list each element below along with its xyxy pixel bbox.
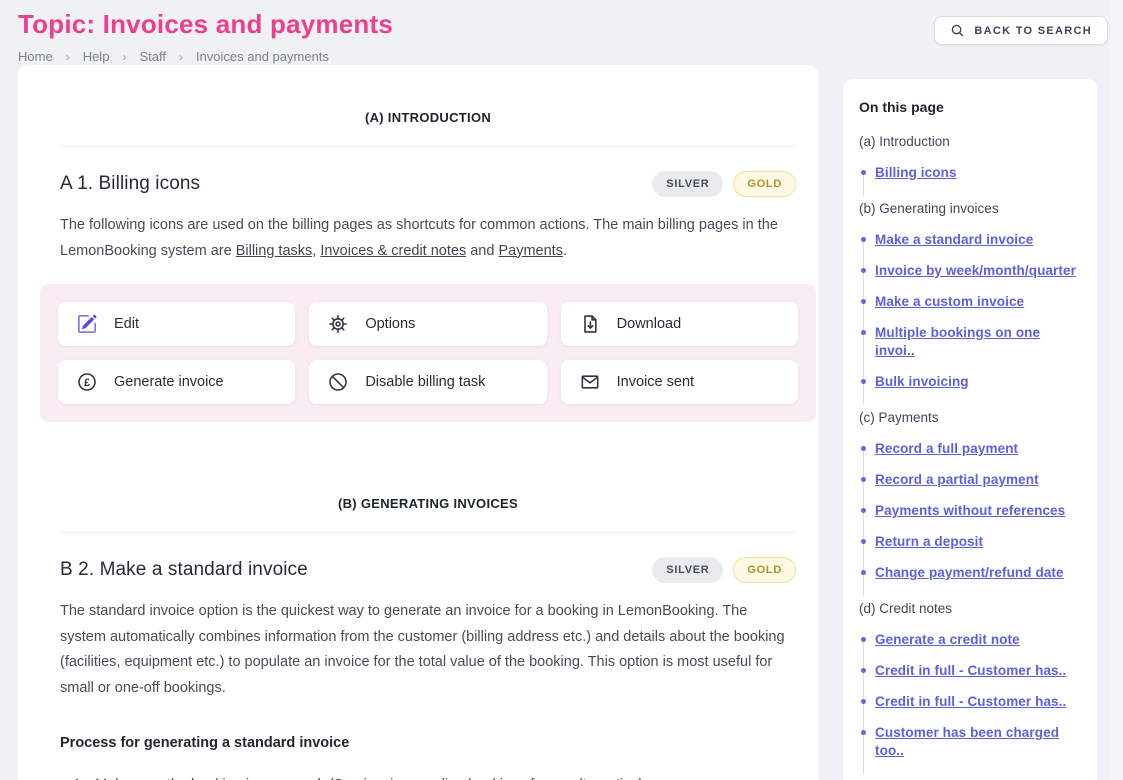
gold-badge: GOLD xyxy=(733,171,796,197)
gear-icon xyxy=(328,314,348,334)
section-b-heading: B 2. Make a standard invoice xyxy=(60,559,308,581)
toc-group-credit-notes: (d) Credit notes xyxy=(859,601,1081,616)
download-shortcut-card[interactable]: Download xyxy=(561,302,798,346)
toc-item: Multiple bookings on one invoi.. xyxy=(875,324,1081,360)
icon-card-label: Invoice sent xyxy=(617,374,694,390)
invoices-credit-notes-link[interactable]: Invoices & credit notes xyxy=(320,243,466,259)
options-shortcut-card[interactable]: Options xyxy=(309,302,546,346)
toc-link-return-a-deposit[interactable]: Return a deposit xyxy=(875,534,983,549)
toc-link-record-full-payment[interactable]: Record a full payment xyxy=(875,441,1018,456)
article-card: (A) INTRODUCTION A 1. Billing icons SILV… xyxy=(18,65,818,780)
disable-billing-task-shortcut-card[interactable]: Disable billing task xyxy=(309,360,546,404)
toc-link-customer-charged-too-much[interactable]: Customer has been charged too.. xyxy=(875,725,1059,758)
slash-circle-icon xyxy=(328,372,348,392)
breadcrumb-separator: › xyxy=(179,50,183,64)
on-this-page-panel: On this page (a) Introduction Billing ic… xyxy=(843,79,1097,780)
toc-item: Record a full payment xyxy=(875,440,1081,458)
toc-link-generate-credit-note[interactable]: Generate a credit note xyxy=(875,632,1020,647)
billing-tasks-link[interactable]: Billing tasks xyxy=(236,243,313,259)
icon-card-label: Disable billing task xyxy=(365,374,485,390)
breadcrumb: Home › Help › Staff › Invoices and payme… xyxy=(18,49,1105,64)
back-to-search-label: BACK TO SEARCH xyxy=(974,25,1092,37)
toc-link-multiple-bookings[interactable]: Multiple bookings on one invoi.. xyxy=(875,325,1040,358)
silver-badge: SILVER xyxy=(652,557,723,583)
process-steps-list: 1. Make sure the booking is approved. (S… xyxy=(60,773,796,780)
toc-link-group: Generate a credit note Credit in full - … xyxy=(861,631,1081,760)
list-item-text: Make sure the booking is approved. (See … xyxy=(95,773,643,780)
svg-text:£: £ xyxy=(84,377,90,389)
divider xyxy=(60,532,796,533)
envelope-icon xyxy=(580,372,600,392)
toc-link-group: Billing icons xyxy=(861,164,1081,182)
edit-icon xyxy=(77,314,97,334)
scrollbar-track[interactable] xyxy=(1110,0,1123,780)
intro-text: and xyxy=(466,243,498,259)
icon-card-label: Download xyxy=(617,316,682,332)
silver-badge: SILVER xyxy=(652,171,723,197)
toc-item: Generate a credit note xyxy=(875,631,1081,649)
section-b-body-paragraph: The standard invoice option is the quick… xyxy=(60,599,796,701)
breadcrumb-staff[interactable]: Staff xyxy=(139,49,166,64)
icon-card-label: Generate invoice xyxy=(114,374,224,390)
toc-item: Record a partial payment xyxy=(875,471,1081,489)
toc-item: Make a custom invoice xyxy=(875,293,1081,311)
generate-invoice-shortcut-card[interactable]: £ Generate invoice xyxy=(58,360,295,404)
section-a-heading: A 1. Billing icons xyxy=(60,173,200,195)
toc-item: Credit in full - Customer has.. xyxy=(875,693,1081,711)
toc-item: Customer has been charged too.. xyxy=(875,724,1081,760)
toc-link-billing-icons[interactable]: Billing icons xyxy=(875,165,957,180)
toc-link-make-custom-invoice[interactable]: Make a custom invoice xyxy=(875,294,1024,309)
breadcrumb-home[interactable]: Home xyxy=(18,49,53,64)
toc-title: On this page xyxy=(859,97,1081,115)
toc-link-group: Record a full payment Record a partial p… xyxy=(861,440,1081,582)
gold-badge: GOLD xyxy=(733,557,796,583)
breadcrumb-separator: › xyxy=(66,50,70,64)
toc-item: Payments without references xyxy=(875,502,1081,520)
icon-card-label: Edit xyxy=(114,316,139,332)
breadcrumb-separator: › xyxy=(122,50,126,64)
divider xyxy=(60,146,796,147)
payments-link[interactable]: Payments xyxy=(498,243,562,259)
breadcrumb-help[interactable]: Help xyxy=(83,49,110,64)
process-subheading: Process for generating a standard invoic… xyxy=(60,735,796,751)
back-to-search-button[interactable]: BACK TO SEARCH xyxy=(934,16,1108,45)
toc-item: Return a deposit xyxy=(875,533,1081,551)
toc-link-change-payment-refund-date[interactable]: Change payment/refund date xyxy=(875,565,1064,580)
list-item: 1. Make sure the booking is approved. (S… xyxy=(60,773,796,780)
file-download-icon xyxy=(580,314,600,334)
toc-item: Billing icons xyxy=(875,164,1081,182)
toc-item: Make a standard invoice xyxy=(875,231,1081,249)
toc-item: Invoice by week/month/quarter xyxy=(875,262,1081,280)
toc-item: Bulk invoicing xyxy=(875,373,1081,391)
pound-circle-icon: £ xyxy=(77,372,97,392)
toc-group-introduction: (a) Introduction xyxy=(859,134,1081,149)
invoice-sent-shortcut-card[interactable]: Invoice sent xyxy=(561,360,798,404)
toc-link-payments-without-references[interactable]: Payments without references xyxy=(875,503,1065,518)
breadcrumb-current-page: Invoices and payments xyxy=(196,49,329,64)
toc-link-invoice-by-period[interactable]: Invoice by week/month/quarter xyxy=(875,263,1076,278)
toc-group-payments: (c) Payments xyxy=(859,410,1081,425)
toc-link-credit-in-full-2[interactable]: Credit in full - Customer has.. xyxy=(875,694,1066,709)
toc-link-group: Make a standard invoice Invoice by week/… xyxy=(861,231,1081,391)
toc-link-bulk-invoicing[interactable]: Bulk invoicing xyxy=(875,374,969,389)
intro-text: . xyxy=(563,243,567,259)
section-a-kicker: (A) INTRODUCTION xyxy=(60,65,796,125)
toc-link-make-standard-invoice[interactable]: Make a standard invoice xyxy=(875,232,1033,247)
page-header: Topic: Invoices and payments Home › Help… xyxy=(0,0,1123,65)
toc-link-record-partial-payment[interactable]: Record a partial payment xyxy=(875,472,1039,487)
section-b-kicker: (B) GENERATING INVOICES xyxy=(60,422,796,511)
toc-item: Credit in full - Customer has.. xyxy=(875,662,1081,680)
edit-shortcut-card[interactable]: Edit xyxy=(58,302,295,346)
billing-icons-panel: Edit Options Download xyxy=(40,284,816,422)
icon-card-label: Options xyxy=(365,316,415,332)
toc-link-credit-in-full-1[interactable]: Credit in full - Customer has.. xyxy=(875,663,1066,678)
list-item-number: 1. xyxy=(73,773,85,780)
toc-group-generating-invoices: (b) Generating invoices xyxy=(859,201,1081,216)
search-icon xyxy=(950,23,965,38)
toc-item: Change payment/refund date xyxy=(875,564,1081,582)
section-a-intro-paragraph: The following icons are used on the bill… xyxy=(60,213,796,264)
